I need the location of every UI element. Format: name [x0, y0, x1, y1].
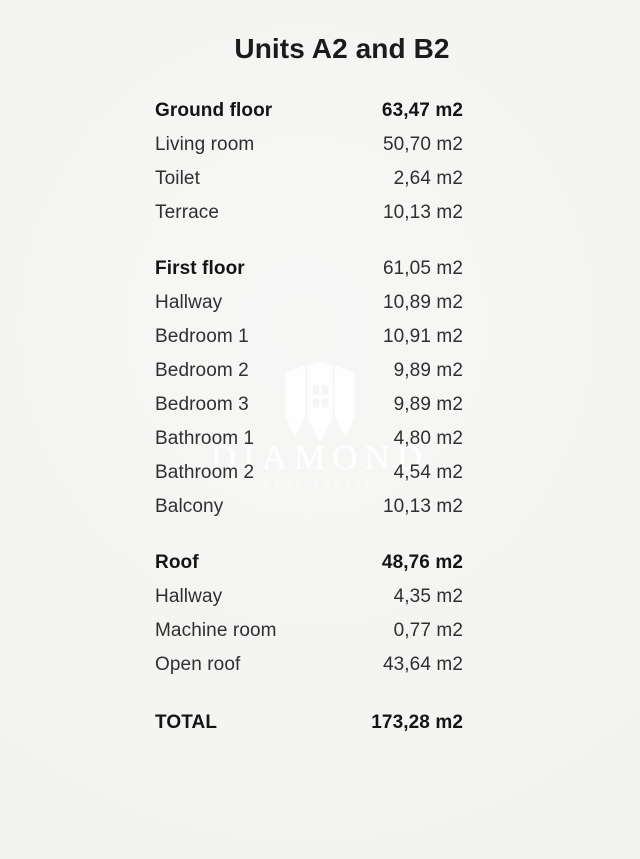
page-title: Units A2 and B2: [0, 33, 640, 65]
row-value: 10,13 m2: [382, 496, 463, 517]
table-row: Toilet 2,64 m2: [155, 168, 463, 202]
total-label: TOTAL: [155, 712, 218, 733]
row-value: 4,80 m2: [393, 428, 463, 449]
row-value: 9,89 m2: [393, 394, 463, 415]
section-value: 61,05 m2: [382, 258, 463, 279]
table-row: Open roof 43,64 m2: [155, 654, 463, 688]
table-row: Hallway 10,89 m2: [155, 292, 463, 326]
area-schedule-table: Ground floor 63,47 m2 Living room 50,70 …: [155, 100, 463, 746]
row-value: 43,64 m2: [382, 654, 463, 675]
table-row: Balcony 10,13 m2: [155, 496, 463, 530]
row-value: 10,89 m2: [382, 292, 463, 313]
row-value: 9,89 m2: [393, 360, 463, 381]
row-label: Open roof: [155, 654, 241, 675]
row-label: Living room: [155, 134, 255, 155]
page-title-text: Units A2 and B2: [234, 33, 450, 64]
row-label: Bathroom 2: [155, 462, 255, 483]
row-label: Hallway: [155, 292, 223, 313]
table-row: Machine room 0,77 m2: [155, 620, 463, 654]
row-label: Balcony: [155, 496, 224, 517]
section-label: Roof: [155, 552, 199, 573]
table-row: Bedroom 3 9,89 m2: [155, 394, 463, 428]
section-value: 48,76 m2: [381, 552, 463, 573]
section-value: 63,47 m2: [381, 100, 463, 121]
row-label: Bedroom 1: [155, 326, 249, 347]
row-label: Bedroom 3: [155, 394, 249, 415]
row-value: 10,91 m2: [382, 326, 463, 347]
table-row: Terrace 10,13 m2: [155, 202, 463, 236]
section-header-ground-floor: Ground floor 63,47 m2: [155, 100, 463, 134]
section-header-roof: Roof 48,76 m2: [155, 552, 463, 586]
row-label: Bathroom 1: [155, 428, 255, 449]
table-row: Bedroom 2 9,89 m2: [155, 360, 463, 394]
total-row: TOTAL 173,28 m2: [155, 712, 463, 746]
row-value: 10,13 m2: [382, 202, 463, 223]
row-value: 4,35 m2: [393, 586, 463, 607]
row-label: Terrace: [155, 202, 220, 223]
section-label: First floor: [155, 258, 245, 279]
row-value: 2,64 m2: [393, 168, 463, 189]
section-header-first-floor: First floor 61,05 m2: [155, 258, 463, 292]
table-row: Bathroom 1 4,80 m2: [155, 428, 463, 462]
table-row: Bedroom 1 10,91 m2: [155, 326, 463, 360]
row-label: Bedroom 2: [155, 360, 249, 381]
row-label: Toilet: [155, 168, 200, 189]
total-value: 173,28 m2: [371, 712, 463, 733]
total-spacer: [155, 688, 463, 712]
section-label: Ground floor: [155, 100, 273, 121]
row-label: Machine room: [155, 620, 277, 641]
table-row: Hallway 4,35 m2: [155, 586, 463, 620]
row-value: 50,70 m2: [382, 134, 463, 155]
row-label: Hallway: [155, 586, 223, 607]
row-value: 4,54 m2: [393, 462, 463, 483]
row-value: 0,77 m2: [393, 620, 463, 641]
table-row: Bathroom 2 4,54 m2: [155, 462, 463, 496]
table-row: Living room 50,70 m2: [155, 134, 463, 168]
